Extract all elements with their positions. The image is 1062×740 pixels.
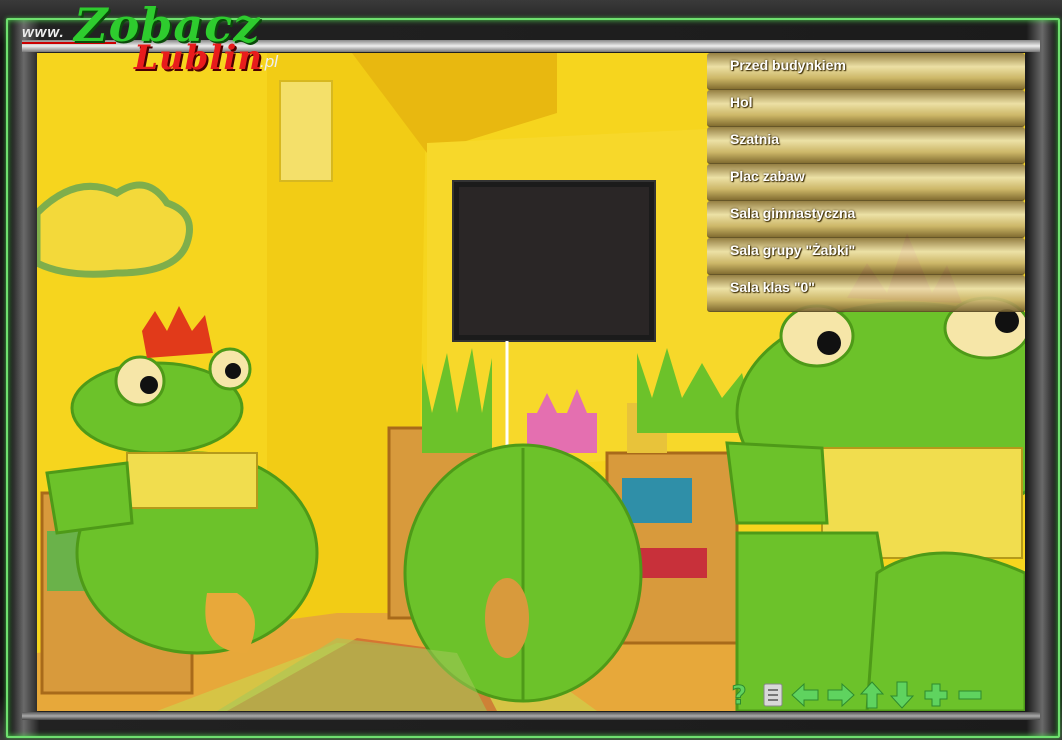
logo-www-text: www. bbox=[22, 24, 65, 41]
svg-text:?: ? bbox=[731, 681, 746, 710]
menu-item-sala-klas-0[interactable]: Sala klas "0" bbox=[707, 275, 1025, 312]
arrow-up-icon[interactable] bbox=[859, 680, 885, 710]
arrow-left-icon[interactable] bbox=[790, 680, 820, 710]
zoom-out-icon[interactable] bbox=[957, 680, 983, 710]
list-icon[interactable] bbox=[760, 680, 786, 710]
menu-item-sala-grupy-zabki[interactable]: Sala grupy "Żabki" bbox=[707, 238, 1025, 275]
frame-bevel-bottom bbox=[22, 712, 1040, 720]
arrow-down-icon[interactable] bbox=[889, 680, 915, 710]
logo-lublin-text: Lublin bbox=[134, 38, 263, 78]
menu-item-szatnia[interactable]: Szatnia bbox=[707, 127, 1025, 164]
navigation-controls: ? bbox=[726, 680, 986, 710]
menu-item-hol[interactable]: Hol bbox=[707, 90, 1025, 127]
help-icon[interactable]: ? bbox=[726, 680, 752, 711]
menu-item-przed-budynkiem[interactable]: Przed budynkiem bbox=[707, 53, 1025, 90]
menu-item-plac-zabaw[interactable]: Plac zabaw bbox=[707, 164, 1025, 201]
zoom-in-icon[interactable] bbox=[923, 680, 949, 710]
logo-pl-text: .pl bbox=[260, 52, 278, 71]
arrow-right-icon[interactable] bbox=[826, 680, 856, 710]
scene-menu: Przed budynkiem Hol Szatnia Plac zabaw S… bbox=[707, 53, 1025, 312]
menu-item-sala-gimnastyczna[interactable]: Sala gimnastyczna bbox=[707, 201, 1025, 238]
site-logo[interactable]: www. Zobacz Lublin .pl bbox=[22, 0, 312, 78]
